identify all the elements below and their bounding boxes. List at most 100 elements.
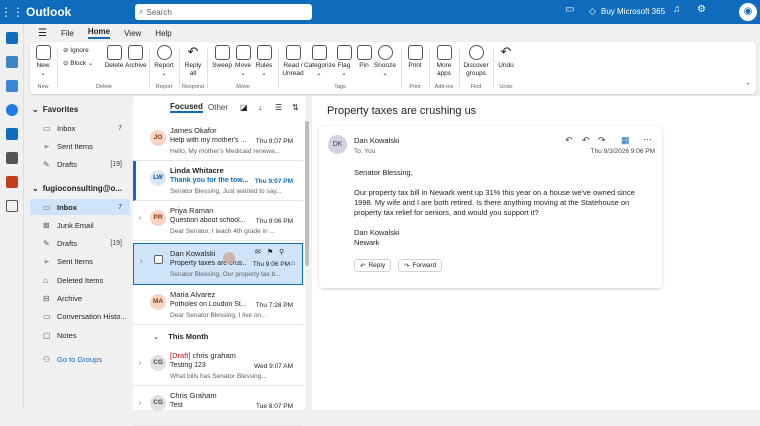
menu-home[interactable]: Home bbox=[87, 27, 111, 39]
reply-all-button[interactable]: ↶ Reply all bbox=[183, 45, 203, 78]
message-item[interactable]: MA Maria Alvarez Potholes on Loudon St..… bbox=[133, 285, 303, 325]
diamond-icon[interactable]: ◇ bbox=[589, 6, 596, 17]
folder-favorites-inbox[interactable]: ▭ Inbox 7 bbox=[30, 120, 130, 136]
groups-icon: ⚇ bbox=[43, 354, 51, 364]
app-launcher-icon[interactable]: ⋮⋮ bbox=[0, 5, 24, 19]
jump-to-icon[interactable]: ↓ bbox=[258, 103, 262, 112]
flag-icon bbox=[336, 45, 352, 60]
folder-junk-email[interactable]: ⊠ Junk Email bbox=[30, 217, 130, 233]
reply-all-icon[interactable]: ↶ bbox=[582, 135, 590, 146]
mark-read-icon[interactable]: ✉ bbox=[255, 248, 261, 256]
select-icon[interactable]: ◪ bbox=[240, 103, 248, 112]
forward-button[interactable]: ↷ Forward bbox=[398, 259, 443, 272]
meet-now-icon[interactable]: ▭ bbox=[565, 4, 574, 15]
scrollbar[interactable] bbox=[305, 121, 309, 266]
reply-button[interactable]: ↶ Reply bbox=[354, 259, 392, 272]
message-item[interactable]: LW Linda Whitacre Thank you for the tow.… bbox=[133, 161, 303, 201]
pin-button[interactable]: Pin bbox=[356, 45, 372, 70]
section-header[interactable]: ⌄ This Month bbox=[133, 327, 303, 345]
more-apps-button[interactable]: More apps bbox=[433, 45, 455, 78]
flag-icon[interactable]: ⚑ bbox=[267, 248, 273, 256]
delete-button[interactable]: Delete bbox=[104, 45, 124, 70]
office-icon[interactable] bbox=[6, 176, 18, 188]
hamburger-icon[interactable]: ☰ bbox=[38, 28, 47, 39]
message-item-selected[interactable]: › Dan Kowalski Property taxes are crus..… bbox=[133, 243, 303, 285]
more-options-icon[interactable]: ⋯ bbox=[643, 134, 652, 145]
discover-groups-button[interactable]: Discover groups bbox=[462, 45, 490, 78]
snooze-button[interactable]: Snooze ⌄ bbox=[373, 45, 397, 78]
sweep-button[interactable]: Sweep bbox=[212, 45, 232, 70]
folder-favorites-drafts[interactable]: ✎ Drafts [19] bbox=[30, 156, 130, 172]
archive-icon: ⊟ bbox=[43, 293, 50, 303]
print-button[interactable]: Print bbox=[406, 45, 424, 70]
folder-drafts[interactable]: ✎ Drafts [19] bbox=[30, 235, 130, 251]
menu-view[interactable]: View bbox=[124, 29, 141, 38]
folder-inbox[interactable]: ▭ Inbox 7 bbox=[30, 199, 130, 215]
teams-icon[interactable] bbox=[6, 152, 18, 164]
rules-button[interactable]: Rules ⌄ bbox=[254, 45, 274, 78]
immersive-reader-icon[interactable]: ▦ bbox=[621, 135, 630, 146]
folder-archive[interactable]: ⊟ Archive bbox=[30, 290, 130, 306]
message-list: Focused Other ◪ ↓ ☰ ⇅ JO James Okafor He… bbox=[133, 96, 309, 426]
tab-other[interactable]: Other bbox=[208, 103, 228, 112]
mail-icon[interactable] bbox=[6, 32, 18, 44]
account-header[interactable]: ⌄ fugioconsulting@o... bbox=[32, 184, 122, 193]
pin-icon[interactable]: ⚲ bbox=[279, 248, 284, 256]
todo-icon[interactable] bbox=[6, 104, 18, 116]
outlook-icon[interactable] bbox=[6, 128, 18, 140]
ignore-button[interactable]: ⊘ Ignore bbox=[63, 47, 89, 55]
select-checkbox[interactable] bbox=[154, 255, 163, 264]
message-item[interactable]: › PR Priya Raman Question about school..… bbox=[133, 201, 303, 241]
sort-icon[interactable]: ⇅ bbox=[292, 103, 299, 112]
menu-file[interactable]: File bbox=[61, 29, 74, 38]
message-item[interactable]: › CG Chris Graham Test Tue 8:07 PM bbox=[133, 386, 303, 426]
new-button[interactable]: New ⌄ bbox=[34, 45, 52, 78]
tab-focused[interactable]: Focused bbox=[170, 102, 203, 113]
archive-button[interactable]: Archive bbox=[125, 45, 147, 70]
message-item[interactable]: › CG [Draft] chris graham Testing 123 We… bbox=[133, 346, 303, 386]
buy-microsoft-365-link[interactable]: Buy Microsoft 365 bbox=[601, 7, 665, 16]
filter-icon[interactable]: ☰ bbox=[275, 103, 282, 112]
message-item[interactable]: JO James Okafor Help with my mother's ..… bbox=[133, 121, 303, 161]
folder-sent-items[interactable]: ➢ Sent Items bbox=[30, 253, 130, 269]
report-button[interactable]: Report ⌄ bbox=[153, 45, 175, 78]
apps-icon[interactable] bbox=[6, 200, 18, 212]
reply-icon[interactable]: ↶ bbox=[565, 135, 573, 146]
trash-icon: ⌂ bbox=[43, 275, 48, 285]
menu-help[interactable]: Help bbox=[155, 29, 171, 38]
folder-move-icon bbox=[235, 45, 251, 60]
folder-deleted-items[interactable]: ⌂ Deleted Items bbox=[30, 272, 130, 288]
chevron-right-icon[interactable]: › bbox=[139, 215, 141, 222]
collapse-ribbon-icon[interactable]: ⌃ bbox=[745, 82, 751, 90]
chevron-right-icon[interactable]: › bbox=[139, 400, 141, 407]
calendar-icon[interactable] bbox=[6, 56, 18, 68]
folder-favorites-sent-items[interactable]: ➢ Sent Items bbox=[30, 138, 130, 154]
favorites-header[interactable]: ⌄ Favorites bbox=[32, 105, 78, 114]
gear-icon[interactable]: ⚙ bbox=[697, 4, 706, 15]
search-input[interactable]: ⌕ Search bbox=[135, 4, 312, 20]
go-to-groups-link[interactable]: ⚇ Go to Groups bbox=[30, 351, 130, 367]
list-header: Focused Other ◪ ↓ ☰ ⇅ bbox=[133, 96, 305, 118]
menu-bar: ☰ File Home View Help bbox=[24, 24, 760, 42]
chevron-right-icon[interactable]: › bbox=[139, 360, 141, 367]
block-button[interactable]: ⊝ Block ⌄ bbox=[63, 60, 93, 68]
forward-icon[interactable]: ↷ bbox=[598, 135, 606, 146]
folder-conversation-history[interactable]: ▭ Conversation Histo... bbox=[30, 308, 130, 324]
people-icon[interactable] bbox=[6, 80, 18, 92]
sender-name[interactable]: Dan Kowalski bbox=[354, 136, 399, 145]
email-body: Senator Blessing, Our property tax bill … bbox=[354, 168, 635, 247]
folder-notes[interactable]: ▢ Notes bbox=[30, 327, 130, 343]
flag-button[interactable]: Flag ⌄ bbox=[336, 45, 352, 78]
move-button[interactable]: Move ⌄ bbox=[233, 45, 253, 78]
reading-pane: Property taxes are crushing us DK Dan Ko… bbox=[312, 96, 760, 410]
sender-avatar: DK bbox=[328, 135, 347, 154]
account-avatar[interactable]: ◉ bbox=[739, 3, 757, 21]
delete-icon[interactable]: ⌂ bbox=[291, 260, 295, 267]
reply-all-icon: ↶ bbox=[187, 44, 199, 59]
chevron-right-icon[interactable]: › bbox=[140, 258, 142, 265]
read-unread-button[interactable]: Read / Unread bbox=[281, 45, 305, 78]
bell-icon[interactable]: ♫ bbox=[673, 4, 681, 15]
undo-button[interactable]: ↶ Undo bbox=[497, 45, 515, 70]
avatar: MA bbox=[150, 294, 166, 310]
categorize-button[interactable]: Categorize ⌄ bbox=[304, 45, 335, 78]
